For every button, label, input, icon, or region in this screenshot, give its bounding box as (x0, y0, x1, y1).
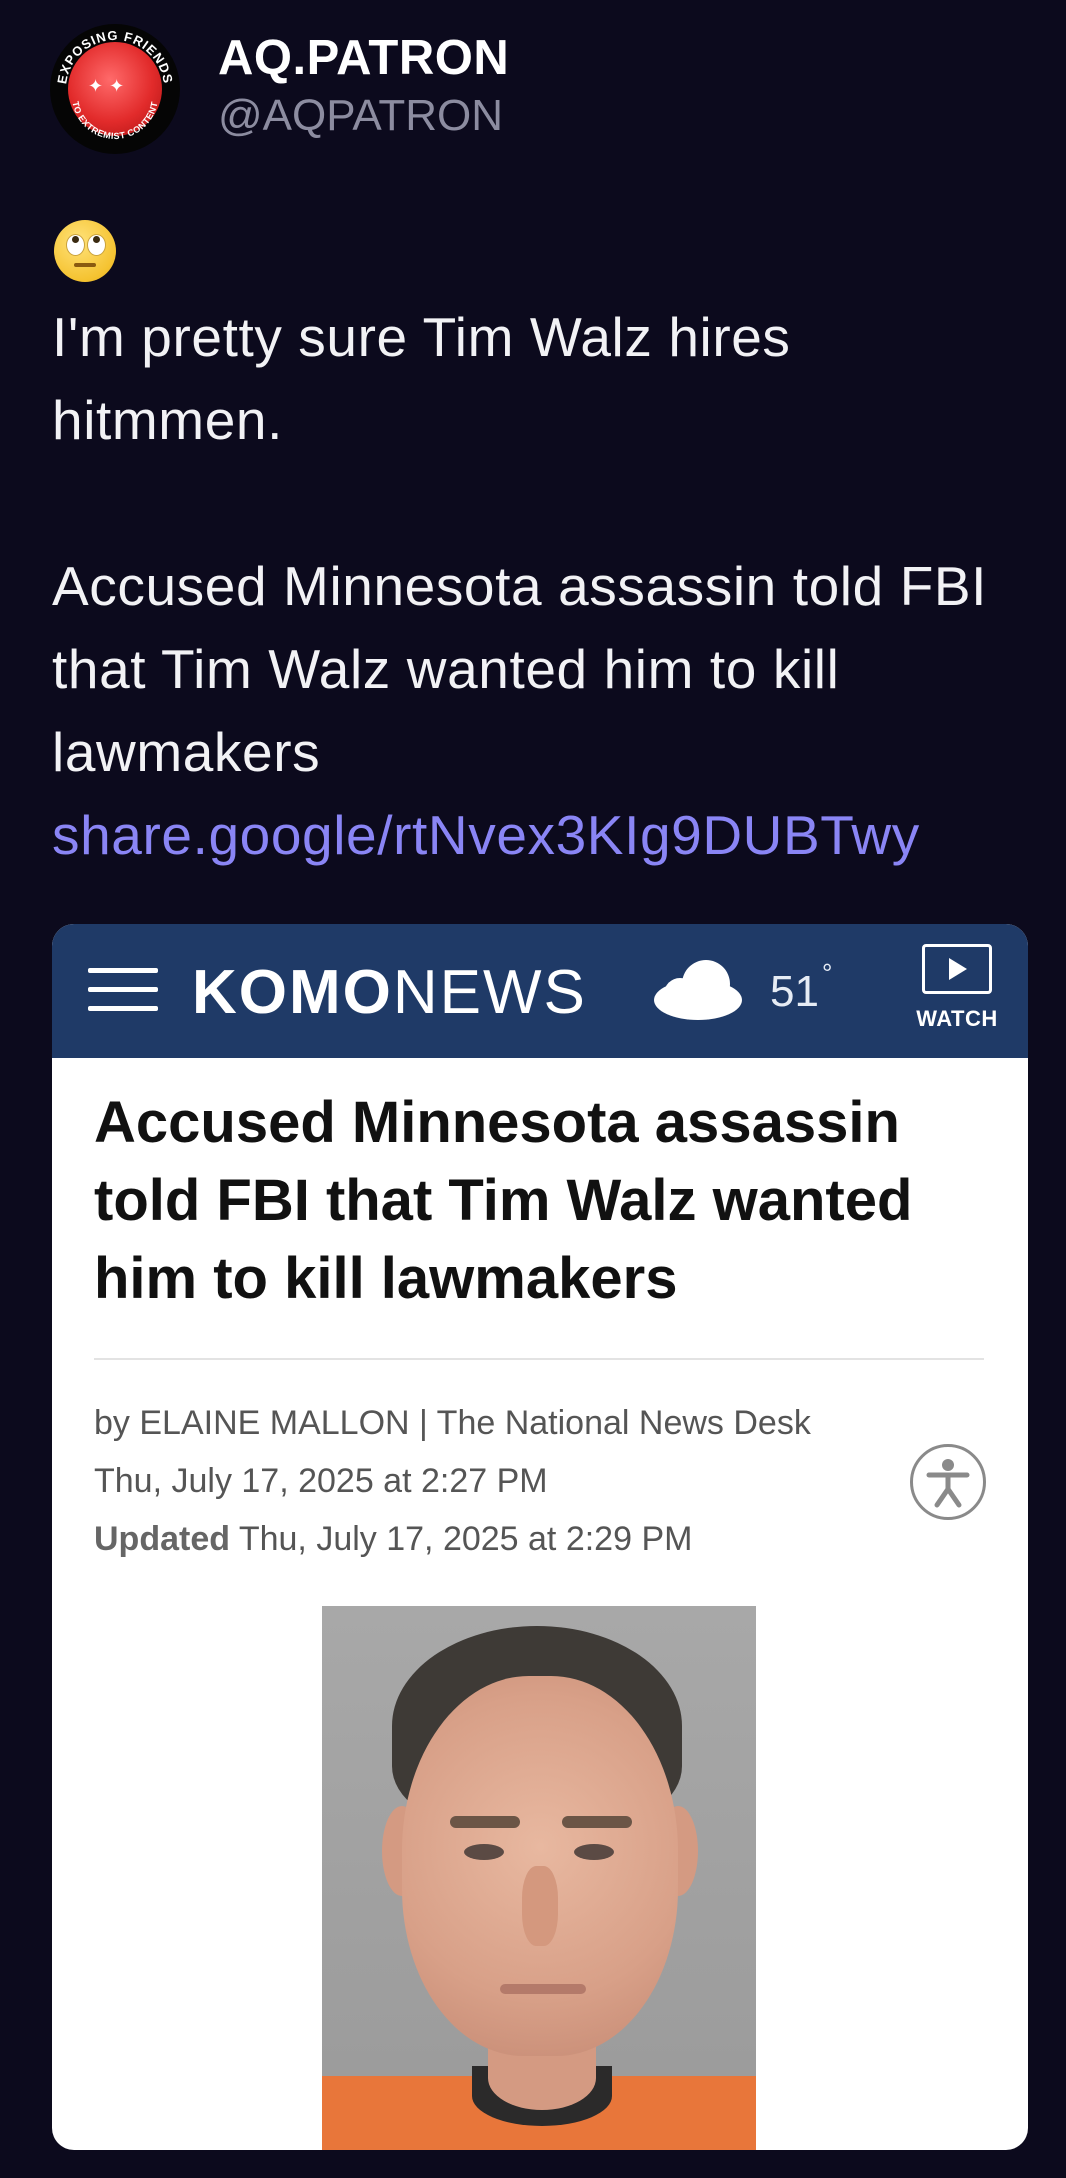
post-header: ✦✦ EXPOSING FRIENDS TO EXTREMIST CONTENT… (50, 24, 1010, 156)
avatar[interactable]: ✦✦ EXPOSING FRIENDS TO EXTREMIST CONTENT (50, 24, 180, 154)
avatar-ring-bottom-text: TO EXTREMIST CONTENT (70, 100, 159, 141)
svg-text:TO EXTREMIST CONTENT: TO EXTREMIST CONTENT (70, 100, 159, 141)
post-line-2-text: Accused Minnesota assassin told FBI that… (52, 555, 988, 783)
post-link[interactable]: share.google/rtNvex3KIg9DUBTwy (52, 804, 920, 866)
degree-symbol: ° (822, 958, 833, 988)
author-info[interactable]: AQ.PATRON @AQPATRON (218, 28, 509, 144)
cloud-icon (654, 960, 742, 1020)
article-headline: Accused Minnesota assassin told FBI that… (94, 1090, 913, 1311)
watch-label: WATCH (916, 1006, 998, 1031)
published-date: Thu, July 17, 2025 at 2:27 PM (94, 1462, 548, 1500)
post-body: I'm pretty sure Tim Walz hires hitmmen. … (52, 296, 1012, 877)
accessibility-icon[interactable] (910, 1444, 986, 1520)
post-line-2: Accused Minnesota assassin told FBI that… (52, 545, 1012, 877)
mugshot-photo (322, 1606, 756, 2150)
updated-value: Thu, July 17, 2025 at 2:29 PM (238, 1520, 693, 1558)
updated-date: Updated Thu, July 17, 2025 at 2:29 PM (94, 1510, 811, 1568)
play-icon (922, 944, 992, 994)
rolling-eyes-emoji-icon (54, 220, 116, 282)
temperature: 51 (770, 967, 819, 1016)
updated-label: Updated (94, 1520, 230, 1558)
article-byline: by ELAINE MALLON | The National News Des… (94, 1394, 811, 1568)
author-handle[interactable]: @AQPATRON (218, 88, 509, 144)
post-line-1: I'm pretty sure Tim Walz hires hitmmen. (52, 306, 791, 451)
hamburger-menu-icon[interactable] (88, 968, 158, 1014)
divider (94, 1358, 984, 1360)
avatar-ring: EXPOSING FRIENDS TO EXTREMIST CONTENT (54, 28, 176, 141)
link-preview-card[interactable]: KOMONEWS 51 ° WATCH Accused Minnesota as… (52, 924, 1028, 2150)
svg-text:EXPOSING FRIENDS: EXPOSING FRIENDS (54, 28, 176, 85)
logo-light: NEWS (392, 958, 587, 1027)
author-display-name[interactable]: AQ.PATRON (218, 28, 509, 88)
avatar-ring-top-text: EXPOSING FRIENDS (54, 28, 175, 85)
watch-button[interactable]: WATCH (902, 944, 1012, 1032)
logo-bold: KOMO (192, 958, 393, 1027)
komo-news-logo[interactable]: KOMONEWS (192, 958, 587, 1028)
byline-author: by ELAINE MALLON | The National News Des… (94, 1404, 811, 1442)
komo-header-bar: KOMONEWS 51 ° WATCH (52, 924, 1028, 1058)
